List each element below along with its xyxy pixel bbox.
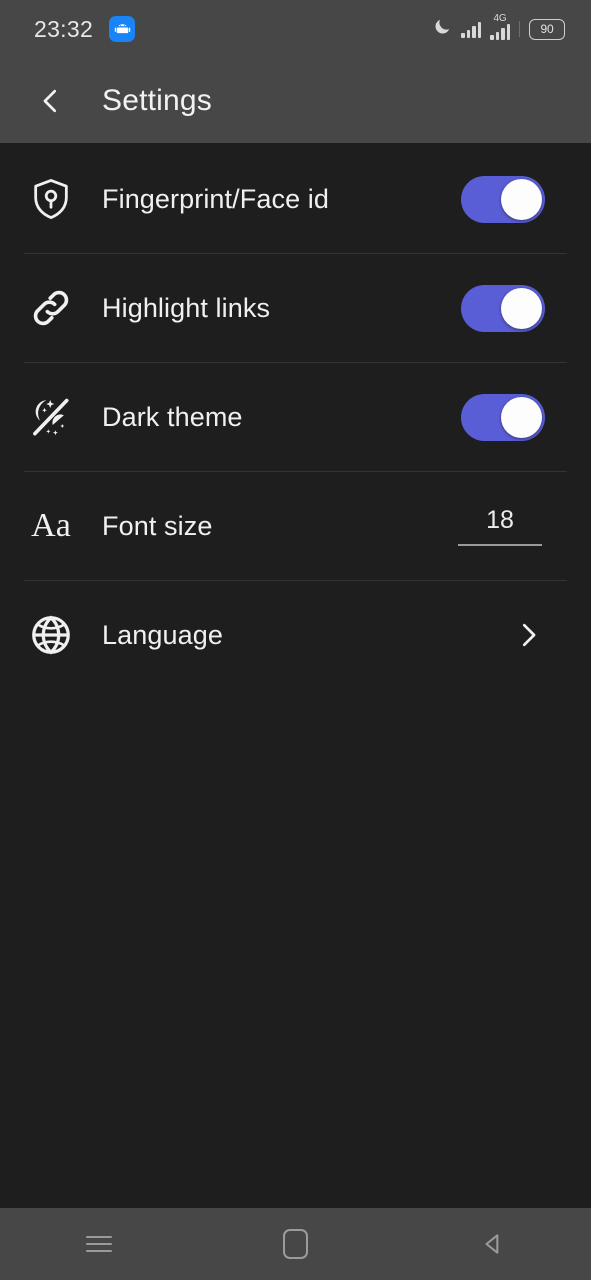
home-shape bbox=[283, 1229, 308, 1259]
settings-list: Fingerprint/Face id Highlight links Dark… bbox=[0, 143, 591, 1208]
settings-row-label: Dark theme bbox=[102, 401, 243, 432]
android-robot-icon bbox=[109, 16, 136, 42]
moon-sun-theme-icon bbox=[26, 392, 76, 442]
settings-row-label: Fingerprint/Face id bbox=[102, 183, 329, 214]
network-type-label: 4G bbox=[493, 13, 507, 24]
settings-row-highlight-links[interactable]: Highlight links bbox=[0, 254, 591, 362]
battery-level-label: 90 bbox=[540, 22, 554, 36]
status-divider bbox=[519, 21, 520, 37]
settings-row-font-size[interactable]: Aa Font size 18 bbox=[0, 472, 591, 580]
font-size-input[interactable]: 18 bbox=[458, 506, 542, 546]
battery-indicator: 90 bbox=[529, 18, 565, 40]
settings-row-label: Language bbox=[102, 619, 223, 650]
signal-bars-icon bbox=[461, 21, 481, 38]
page-title: Settings bbox=[102, 83, 212, 117]
font-size-aa-icon: Aa bbox=[31, 507, 71, 544]
home-square-icon[interactable] bbox=[251, 1214, 341, 1274]
signal-bars-secondary-icon bbox=[490, 24, 510, 40]
status-clock: 23:32 bbox=[34, 15, 94, 42]
status-bar: 23:32 4G 90 bbox=[0, 0, 591, 58]
settings-row-fingerprint[interactable]: Fingerprint/Face id bbox=[0, 145, 591, 253]
toggle-knob bbox=[501, 287, 542, 329]
network-type-indicator: 4G bbox=[490, 14, 510, 40]
toggle-knob bbox=[501, 396, 542, 438]
back-chevron-icon[interactable] bbox=[28, 78, 74, 124]
moon-icon bbox=[433, 17, 452, 41]
dark-theme-toggle[interactable] bbox=[461, 393, 545, 441]
settings-row-label: Highlight links bbox=[102, 292, 271, 323]
shield-fingerprint-icon bbox=[26, 174, 76, 224]
system-navigation-bar bbox=[0, 1208, 591, 1280]
toggle-knob bbox=[501, 178, 542, 220]
app-bar: Settings bbox=[0, 58, 591, 143]
settings-row-dark-theme[interactable]: Dark theme bbox=[0, 363, 591, 471]
link-chain-icon bbox=[26, 283, 76, 333]
highlight-links-toggle[interactable] bbox=[461, 284, 545, 332]
recents-menu-icon[interactable] bbox=[54, 1214, 144, 1274]
settings-row-label: Font size bbox=[102, 510, 213, 541]
font-size-value: 18 bbox=[486, 506, 514, 535]
input-underline bbox=[458, 544, 542, 546]
settings-row-language[interactable]: Language bbox=[0, 581, 591, 689]
recents-lines bbox=[85, 1231, 112, 1256]
fingerprint-toggle[interactable] bbox=[461, 175, 545, 223]
globe-icon bbox=[26, 610, 76, 660]
status-bar-right: 4G 90 bbox=[433, 14, 565, 41]
phone-screen: 23:32 4G 90 Settings Fingerprint/Face id… bbox=[0, 0, 591, 1280]
back-triangle-icon[interactable] bbox=[448, 1214, 538, 1274]
chevron-right-icon[interactable] bbox=[505, 621, 551, 649]
status-bar-left: 23:32 bbox=[34, 15, 136, 43]
